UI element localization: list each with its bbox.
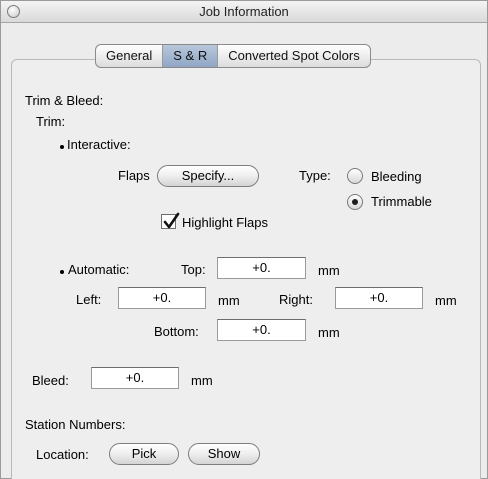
left-label: Left:	[76, 292, 102, 307]
bleed-unit: mm	[191, 373, 213, 388]
type-label: Type:	[299, 168, 331, 183]
show-button[interactable]: Show	[188, 443, 260, 465]
bottom-unit: mm	[318, 325, 340, 340]
bottom-field[interactable]: +0.	[217, 319, 306, 341]
automatic-label: Automatic:	[68, 262, 130, 277]
right-unit: mm	[435, 293, 457, 308]
bleed-label: Bleed:	[32, 373, 69, 388]
checkmark-icon	[163, 212, 180, 229]
window-title: Job Information	[199, 4, 289, 19]
tab-general[interactable]: General	[96, 45, 164, 67]
trim-bleed-heading: Trim & Bleed:	[25, 93, 104, 108]
location-label: Location:	[36, 447, 89, 462]
left-field[interactable]: +0.	[118, 287, 206, 309]
bleeding-radio[interactable]	[347, 168, 363, 184]
top-label: Top:	[181, 262, 206, 277]
trim-label: Trim:	[36, 114, 66, 129]
station-numbers-heading: Station Numbers:	[25, 417, 126, 432]
bullet-icon	[60, 145, 64, 149]
titlebar: Job Information	[1, 1, 487, 23]
flaps-label: Flaps	[118, 168, 150, 183]
left-unit: mm	[218, 293, 240, 308]
top-unit: mm	[318, 263, 340, 278]
job-information-window: Job Information General S & R Converted …	[0, 0, 488, 479]
interactive-label: Interactive:	[67, 137, 131, 152]
bleed-field[interactable]: +0.	[91, 367, 179, 389]
right-label: Right:	[279, 292, 313, 307]
tab-converted-spot-colors[interactable]: Converted Spot Colors	[218, 45, 370, 67]
tab-bar: General S & R Converted Spot Colors	[95, 44, 371, 68]
highlight-flaps-checkbox[interactable]	[161, 212, 180, 229]
highlight-flaps-label: Highlight Flaps	[182, 215, 268, 230]
trimmable-label: Trimmable	[371, 194, 432, 209]
bottom-label: Bottom:	[154, 324, 199, 339]
right-field[interactable]: +0.	[335, 287, 423, 309]
tab-s-and-r[interactable]: S & R	[163, 45, 219, 67]
specify-button[interactable]: Specify...	[157, 165, 259, 187]
bleeding-label: Bleeding	[371, 169, 422, 184]
bullet-icon	[60, 270, 64, 274]
pick-button[interactable]: Pick	[109, 443, 179, 465]
top-field[interactable]: +0.	[217, 257, 306, 279]
trimmable-radio[interactable]	[347, 194, 363, 210]
